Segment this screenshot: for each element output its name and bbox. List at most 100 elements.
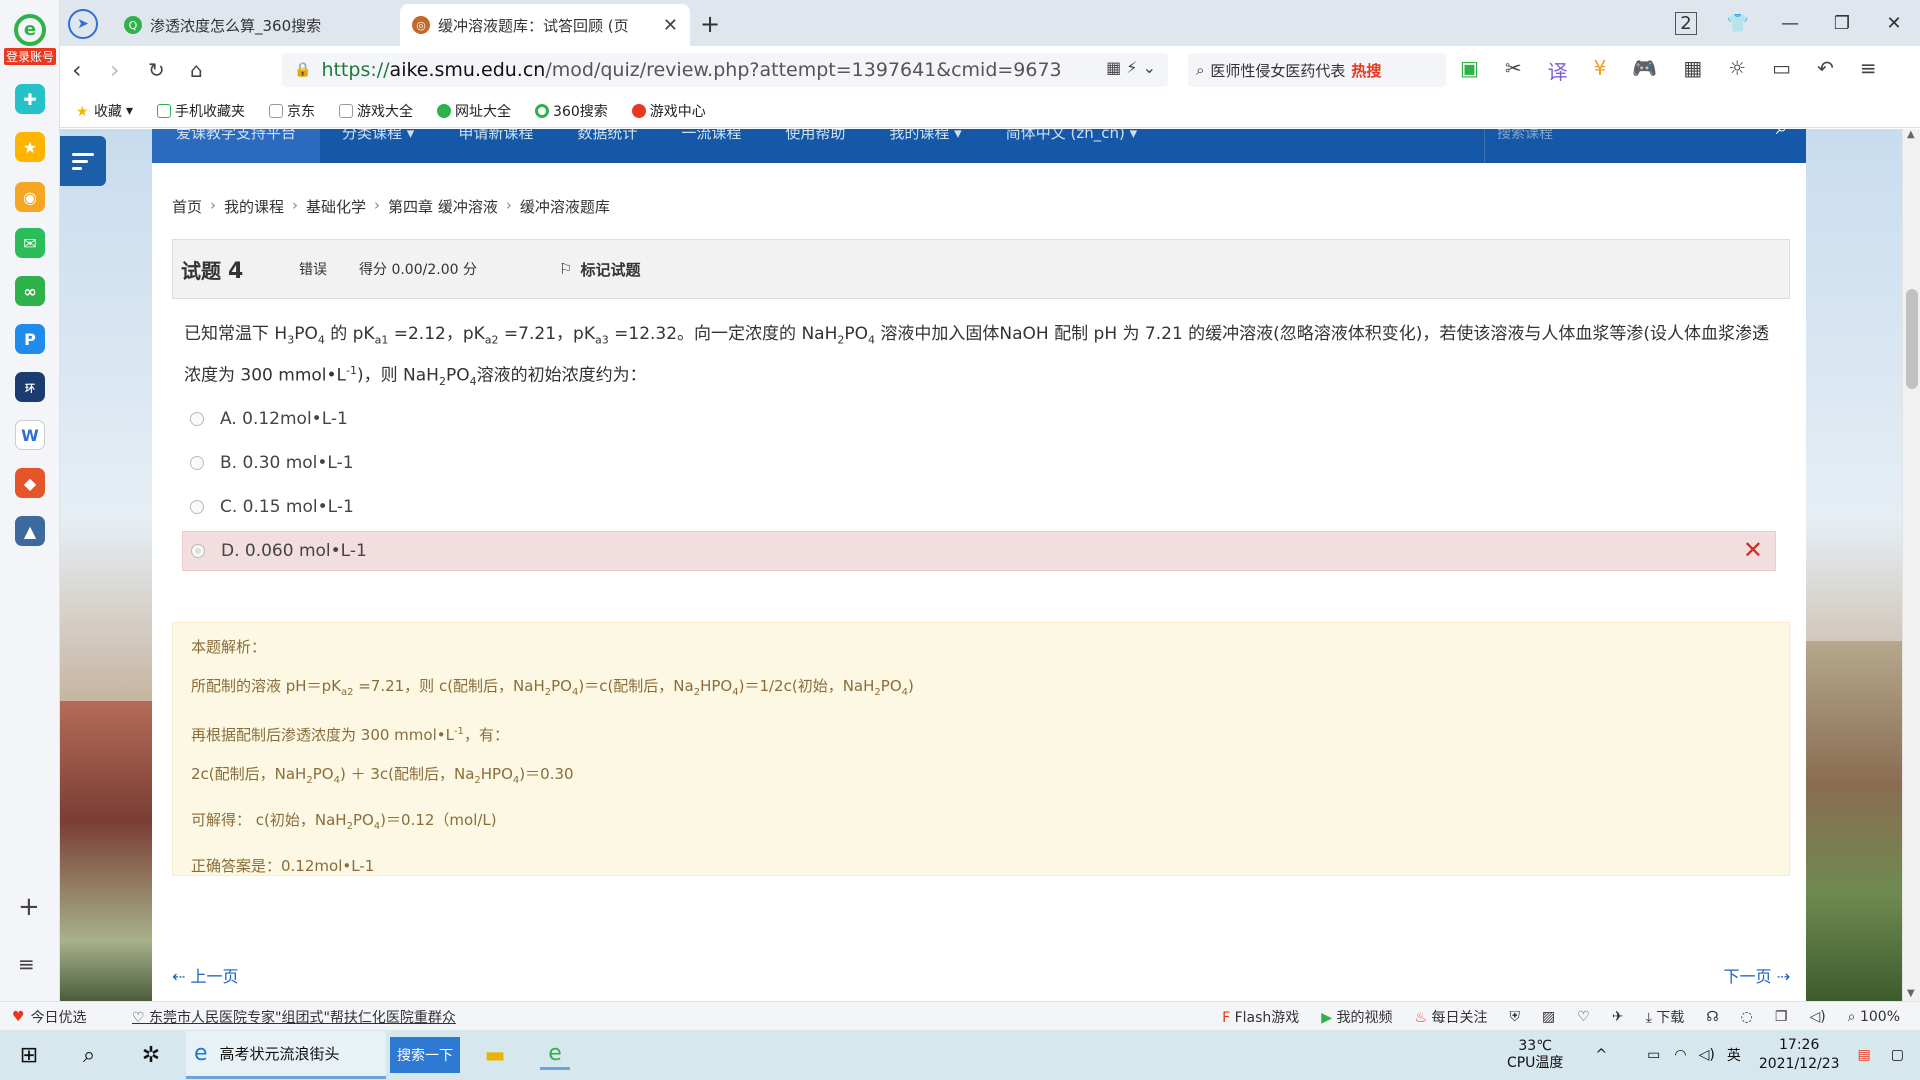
favorites-star-icon[interactable]: ★ (15, 132, 45, 162)
new-tab-button[interactable]: + (700, 10, 720, 38)
windows-start-icon[interactable]: ⊞ (14, 1040, 44, 1070)
gamepad-icon[interactable]: 🎮 (1632, 56, 1657, 85)
tab-counter-button[interactable]: 2 (1660, 11, 1712, 35)
breadcrumb-home[interactable]: 首页 (172, 196, 202, 217)
taskbar-search-icon[interactable]: ⌕ (74, 1040, 104, 1070)
headset-icon[interactable]: ☊ (1706, 1009, 1718, 1025)
radio-button[interactable] (190, 456, 204, 470)
option-d-selected-wrong[interactable]: D. 0.060 mol•L-1 ✕ (182, 531, 1776, 571)
scroll-up-icon[interactable]: ▲ (1907, 129, 1915, 140)
restore-icon[interactable]: ❐ (1816, 13, 1868, 34)
radio-button[interactable] (190, 412, 204, 426)
zoom-level[interactable]: ⌕ 100% (1848, 1009, 1900, 1025)
castle-game-icon[interactable]: ▲ (15, 516, 45, 546)
scroll-down-icon[interactable]: ▼ (1907, 988, 1915, 999)
battery-saver-icon[interactable]: ▭ (1772, 56, 1791, 85)
wifi-icon[interactable]: ◠ (1674, 1047, 1686, 1063)
breadcrumb-quiz[interactable]: 缓冲溶液题库 (520, 196, 610, 217)
close-tab-icon[interactable]: ✕ (663, 15, 678, 36)
reader-icon[interactable]: ▣ (1460, 56, 1479, 85)
option-b[interactable]: B. 0.30 mol•L-1 (182, 443, 1776, 483)
main-menu-icon[interactable]: ≡ (1860, 56, 1877, 85)
breadcrumb-course[interactable]: 基础化学 (306, 196, 366, 217)
weibo-icon[interactable]: ◉ (15, 182, 45, 212)
back-icon[interactable]: ‹ (72, 56, 82, 84)
bookmark-mobile[interactable]: 手机收藏夹 (157, 101, 245, 121)
scroll-thumb[interactable] (1906, 289, 1918, 389)
flash-games-link[interactable]: F Flash游戏 (1222, 1007, 1299, 1027)
shirt-skin-icon[interactable]: 👕 (1712, 13, 1764, 34)
link-app-icon[interactable]: ∞ (15, 276, 45, 306)
breadcrumb-chapter[interactable]: 第四章 缓冲溶液 (388, 196, 498, 217)
health-icon[interactable]: ♡ (1577, 1009, 1590, 1025)
cleaner-icon[interactable]: ◌ (1741, 1009, 1753, 1025)
tray-expand-icon[interactable]: ^ (1595, 1047, 1607, 1063)
login-account-button[interactable]: e 登录账号 (4, 14, 56, 65)
minimize-icon[interactable]: — (1764, 13, 1816, 34)
news-ticker-link[interactable]: ♡ 东莞市人民医院专家"组团式"帮扶仁化医院重群众 (132, 1007, 456, 1027)
taskbar-edge-app[interactable]: e 高考状元流浪街头 (186, 1031, 386, 1079)
radio-button-selected[interactable] (191, 544, 205, 558)
window-icon[interactable]: ❐ (1775, 1009, 1788, 1025)
nav-categories[interactable]: 分类课程 ▾ (320, 129, 436, 141)
bookmark-gamecenter[interactable]: 游戏中心 (631, 101, 706, 121)
my-videos-link[interactable]: ▶ 我的视频 (1321, 1007, 1392, 1027)
option-c[interactable]: C. 0.15 mol•L-1 (182, 487, 1776, 527)
nav-statistics[interactable]: 数据统计 (555, 129, 659, 141)
word-doc-icon[interactable]: W (15, 420, 45, 450)
prev-page-link[interactable]: ⇠ 上一页 (172, 963, 239, 987)
translate-icon[interactable]: 译 (1548, 56, 1568, 85)
forward-icon[interactable]: › (110, 56, 120, 84)
bookmark-360search[interactable]: 360搜索 (535, 101, 608, 121)
news-app-icon[interactable]: 环 (15, 372, 45, 402)
url-bar[interactable]: 🔒 https://aike.smu.edu.cn/mod/quiz/revie… (282, 53, 1168, 87)
coupon-icon[interactable]: ¥ (1594, 56, 1607, 85)
nav-help[interactable]: 使用帮助 (763, 129, 867, 141)
course-search-input[interactable]: 搜索课程 ⌕ (1484, 129, 1806, 163)
search-icon[interactable]: ⌕ (1776, 129, 1788, 139)
nav-top-courses[interactable]: 一流课程 (659, 129, 763, 141)
speed-icon[interactable]: ✈ (1612, 1009, 1624, 1025)
sidebar-menu-icon[interactable]: ≡ (18, 952, 35, 976)
shield-icon[interactable]: ⛨ (1510, 1009, 1521, 1025)
drawer-toggle-button[interactable] (60, 136, 106, 186)
radio-button[interactable] (190, 500, 204, 514)
today-picks[interactable]: ♥ 今日优选 (12, 1007, 87, 1027)
flag-question-button[interactable]: ⚐ 标记试题 (559, 259, 640, 280)
bookmark-sites[interactable]: 网址大全 (437, 101, 511, 121)
breadcrumb-my-courses[interactable]: 我的课程 (224, 196, 284, 217)
option-a[interactable]: A. 0.12mol•L-1 (182, 399, 1776, 439)
search-box[interactable]: ⌕ 医师性侵女医药代表 热搜 (1188, 53, 1446, 87)
vertical-scrollbar[interactable]: ▲ ▼ (1902, 129, 1920, 1001)
daily-focus-link[interactable]: ♨ 每日关注 (1415, 1007, 1488, 1027)
nav-my-courses[interactable]: 我的课程 ▾ (867, 129, 983, 141)
site-brand[interactable]: 爱课教学支持平台 (152, 129, 321, 163)
home-icon[interactable]: ⌂ (190, 58, 203, 82)
p-app-icon[interactable]: P (15, 324, 45, 354)
clock[interactable]: 17:26 2021/12/23 (1759, 1036, 1840, 1074)
game-app-icon[interactable]: ◆ (15, 468, 45, 498)
download-link[interactable]: ⤓ 下载 (1646, 1007, 1685, 1027)
cpu-temperature[interactable]: 33℃ CPU温度 (1507, 1038, 1563, 1072)
bookmark-favorites[interactable]: ★ 收藏 ▾ (76, 101, 133, 121)
apps-grid-icon[interactable]: ▦ (1683, 56, 1702, 85)
taskbar-search-button[interactable]: 搜索一下 (390, 1037, 460, 1073)
speaker-icon[interactable]: ◁) (1699, 1047, 1715, 1063)
notification-badge-icon[interactable]: ▤ (1858, 1047, 1871, 1063)
mail-icon[interactable]: ✉ (15, 228, 45, 258)
bookmark-games[interactable]: 游戏大全 (339, 101, 413, 121)
action-center-icon[interactable]: ▢ (1891, 1047, 1904, 1063)
input-language[interactable]: 英 (1727, 1045, 1741, 1065)
undo-icon[interactable]: ↶ (1817, 56, 1834, 85)
nav-apply-course[interactable]: 申请新课程 (436, 129, 555, 141)
reload-icon[interactable]: ↻ (148, 58, 165, 82)
navigation-compass-icon[interactable]: ➤ (68, 9, 98, 39)
nav-language[interactable]: 简体中文 (zh_cn) ▾ (984, 129, 1159, 141)
scissors-icon[interactable]: ✂ (1505, 56, 1522, 85)
add-sidebar-icon[interactable]: + (18, 892, 40, 922)
tab-360search[interactable]: Q 渗透浓度怎么算_360搜索 (112, 4, 400, 46)
app-swirl-icon[interactable]: ✲ (136, 1040, 166, 1070)
image-icon[interactable]: ▨ (1542, 1009, 1555, 1025)
360-browser-icon[interactable]: e (540, 1040, 570, 1070)
volume-icon[interactable]: ◁) (1809, 1009, 1825, 1025)
